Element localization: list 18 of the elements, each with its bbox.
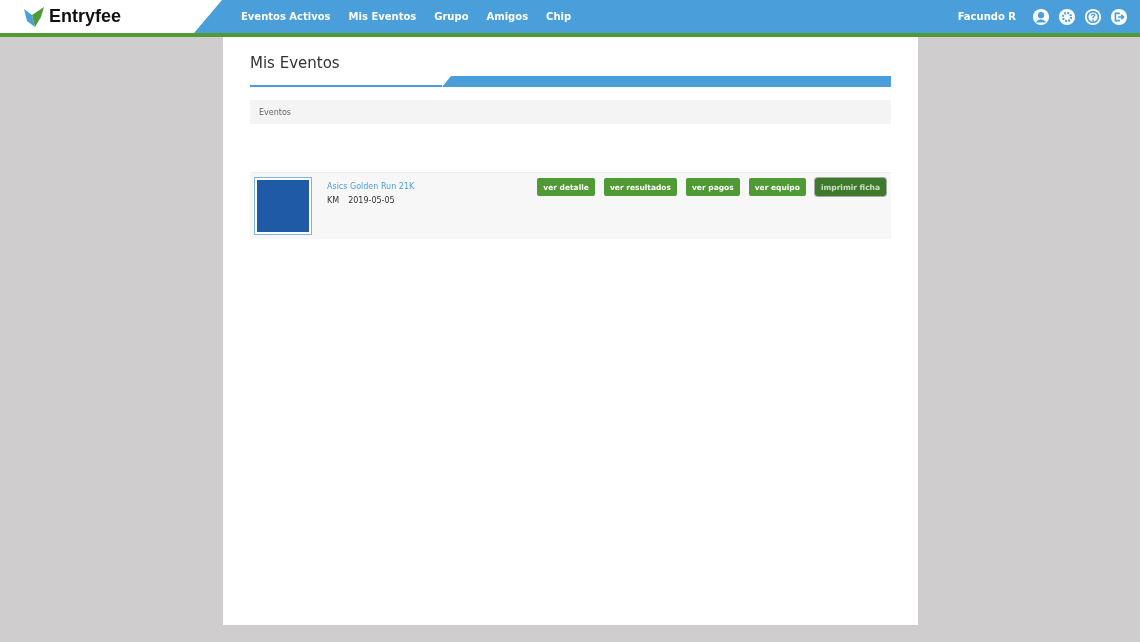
event-logo-image: [255, 178, 311, 234]
nav-link[interactable]: Chip: [546, 11, 572, 22]
checkmark-logo-icon: [24, 6, 46, 27]
nav-link[interactable]: Amigos: [486, 11, 529, 22]
brand-name[interactable]: Entryfee: [49, 6, 122, 27]
event-date: 2019-05-05: [348, 196, 395, 205]
nav-link[interactable]: Mis Eventos: [348, 11, 417, 22]
section-label: Eventos: [259, 107, 291, 117]
nav-link[interactable]: Grupo: [434, 11, 469, 22]
user-icon[interactable]: [1032, 7, 1050, 26]
user-name[interactable]: Facundo R: [957, 11, 1016, 22]
logout-icon[interactable]: [1110, 7, 1128, 26]
event-unit: KM: [327, 196, 340, 205]
settings-icon[interactable]: [1058, 7, 1076, 26]
event-name-link[interactable]: Asics Golden Run 21K: [327, 182, 415, 191]
nav-link[interactable]: Eventos Activos: [241, 11, 331, 22]
help-icon[interactable]: [1084, 7, 1102, 26]
page-title: Mis Eventos: [250, 54, 341, 72]
